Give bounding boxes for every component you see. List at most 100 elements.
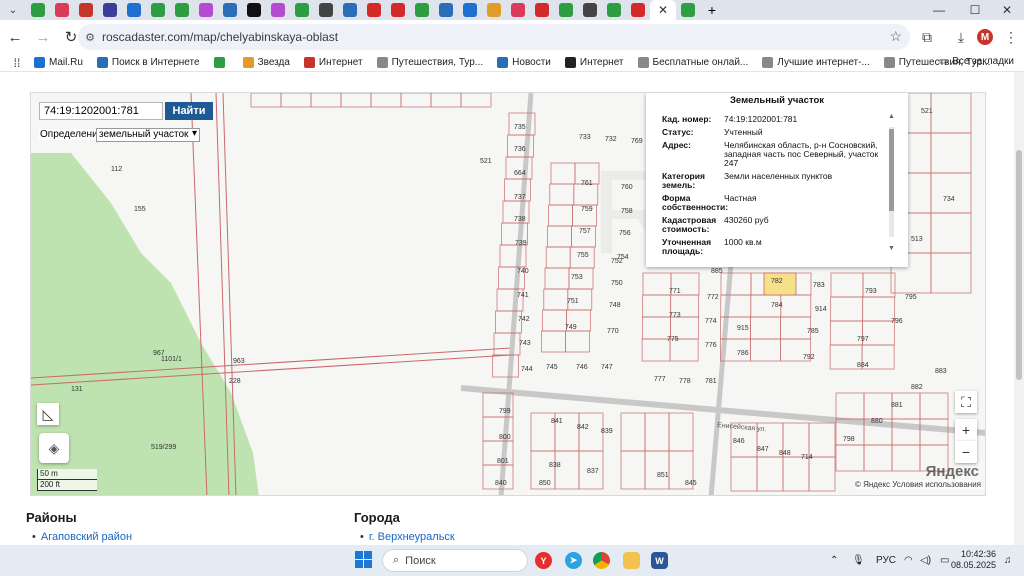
back-button[interactable]: ← bbox=[2, 24, 28, 50]
profile-avatar[interactable]: M bbox=[972, 24, 998, 50]
extensions-icon[interactable]: ⧉ bbox=[914, 24, 940, 50]
bookmark-item[interactable]: Бесплатные онлай... bbox=[637, 57, 748, 68]
scroll-up-icon[interactable]: ▲ bbox=[888, 113, 895, 120]
bookmark-label: Путешествия, Тур... bbox=[391, 57, 484, 68]
browser-tab-plus-icon[interactable] bbox=[676, 0, 700, 20]
browser-tab-green-circle-icon[interactable] bbox=[26, 0, 50, 20]
download-icon[interactable]: ⤓ bbox=[948, 24, 974, 50]
forward-button[interactable]: → bbox=[30, 24, 56, 50]
file-explorer-icon[interactable] bbox=[620, 549, 643, 572]
popup-row: Категория земель: Земли населенных пункто… bbox=[646, 170, 896, 192]
browser-tab-99-icon[interactable] bbox=[458, 0, 482, 20]
cadastral-map[interactable]: 112 155 521 967 1101/1 131 228 963 519/299 735 736… bbox=[30, 92, 986, 496]
browser-tab-globe-icon[interactable] bbox=[578, 0, 602, 20]
maximize-button[interactable]: ☐ bbox=[958, 0, 992, 20]
browser-tab-youtube-icon[interactable] bbox=[362, 0, 386, 20]
zoom-in-button[interactable]: + bbox=[955, 419, 977, 441]
browser-tab-globe-icon[interactable] bbox=[314, 0, 338, 20]
city-link[interactable]: г. Верхнеуральск bbox=[360, 531, 455, 543]
minimize-button[interactable]: — bbox=[922, 0, 956, 20]
browser-tab-vk-icon[interactable] bbox=[218, 0, 242, 20]
address-bar[interactable]: ⚙ roscadaster.com/map/chelyabinskaya-obl… bbox=[78, 24, 910, 50]
menu-icon[interactable]: ⋮ bbox=[998, 24, 1024, 50]
popup-scrollbar[interactable]: ▲ ▼ bbox=[888, 113, 895, 257]
bookmark-label: Новости bbox=[512, 57, 551, 68]
document-icon bbox=[79, 3, 93, 17]
parcel-number-label: 914 bbox=[815, 306, 827, 313]
browser-tab-home-icon[interactable] bbox=[290, 0, 314, 20]
browser-tab-document-icon[interactable] bbox=[74, 0, 98, 20]
apps-grid-icon[interactable]: ⁞⁞ bbox=[0, 56, 34, 70]
bookmark-favicon-icon bbox=[242, 57, 254, 68]
browser-tab-plus-icon[interactable] bbox=[242, 0, 266, 20]
browser-tab-photo-icon[interactable] bbox=[506, 0, 530, 20]
browser-tab-home-icon[interactable] bbox=[194, 0, 218, 20]
bookmark-item[interactable]: Звезда bbox=[242, 57, 290, 68]
bookmark-favicon-icon bbox=[96, 57, 108, 68]
browser-tab-play-icon[interactable] bbox=[170, 0, 194, 20]
wifi-icon[interactable]: ◠ bbox=[904, 545, 913, 576]
notification-bell-icon[interactable]: ♫ bbox=[1004, 545, 1012, 576]
telegram-icon[interactable]: ➤ bbox=[562, 549, 585, 572]
bookmark-item[interactable]: Новости bbox=[497, 57, 551, 68]
browser-tab-plus-icon[interactable] bbox=[410, 0, 434, 20]
close-window-button[interactable]: ✕ bbox=[990, 0, 1024, 20]
bookmark-item[interactable]: Интернет bbox=[303, 57, 363, 68]
browser-tab-youtube-icon[interactable] bbox=[530, 0, 554, 20]
browser-tab-red-circle-icon[interactable] bbox=[626, 0, 650, 20]
url-text: roscadaster.com/map/chelyabinskaya-oblas… bbox=[102, 30, 339, 44]
parcel-number-label: 521 bbox=[480, 158, 492, 165]
definition-select[interactable]: земельный участок bbox=[96, 128, 200, 142]
popup-row-value: Учтенный bbox=[724, 127, 763, 137]
zoom-out-button[interactable]: − bbox=[955, 441, 977, 463]
chrome-icon[interactable] bbox=[590, 549, 613, 572]
volume-icon[interactable]: ◁) bbox=[920, 545, 931, 576]
region-link[interactable]: Агаповский район bbox=[32, 531, 132, 543]
map-copyright[interactable]: © Яндекс Условия использования bbox=[854, 480, 981, 489]
language-indicator[interactable]: РУС bbox=[876, 545, 896, 576]
bookmark-item[interactable]: Mail.Ru bbox=[34, 57, 83, 68]
ruler-icon[interactable]: ◺ bbox=[37, 403, 59, 425]
parcel-number-label: 882 bbox=[911, 384, 923, 391]
bookmark-item[interactable]: Интернет bbox=[564, 57, 624, 68]
windows-start-icon[interactable] bbox=[355, 551, 373, 569]
all-bookmarks[interactable]: ▭ Все закладки bbox=[939, 56, 1014, 67]
browser-tab-puzzle-icon[interactable] bbox=[602, 0, 626, 20]
active-tab-close-icon[interactable]: ✕ bbox=[650, 0, 676, 20]
fullscreen-icon[interactable]: ⛶ bbox=[955, 391, 977, 413]
battery-icon[interactable]: ▭ bbox=[940, 545, 949, 576]
bookmark-item[interactable]: Поиск в Интернете bbox=[96, 57, 200, 68]
browser-tab-image-icon[interactable] bbox=[434, 0, 458, 20]
browser-tab-puzzle-icon[interactable] bbox=[554, 0, 578, 20]
search-button[interactable]: Найти bbox=[165, 102, 213, 120]
browser-tab-vk-icon[interactable] bbox=[338, 0, 362, 20]
browser-tab-yandex-icon[interactable] bbox=[266, 0, 290, 20]
browser-tab-gallery-icon[interactable] bbox=[482, 0, 506, 20]
scroll-down-icon[interactable]: ▼ bbox=[888, 245, 895, 252]
heart-icon bbox=[55, 3, 69, 17]
bookmark-star-icon[interactable]: ☆ bbox=[889, 28, 902, 45]
page-scrollbar[interactable] bbox=[1014, 72, 1024, 545]
bookmark-item[interactable]: Лучшие интернет-... bbox=[762, 57, 870, 68]
tray-chevron-icon[interactable]: ⌃ bbox=[830, 545, 838, 576]
cadastral-search-input[interactable]: 74:19:1202001:781 bbox=[39, 102, 163, 120]
browser-tab-youtube-icon[interactable] bbox=[386, 0, 410, 20]
browser-tab-plus-icon[interactable] bbox=[146, 0, 170, 20]
yandex-browser-icon[interactable]: Y bbox=[532, 549, 555, 572]
word-icon[interactable]: W bbox=[648, 549, 671, 572]
scrollbar-thumb[interactable] bbox=[1016, 150, 1022, 380]
microphone-icon[interactable]: 🎙 bbox=[852, 545, 865, 576]
tab-search-dropdown[interactable]: ⌄ bbox=[0, 0, 26, 20]
layers-icon[interactable]: ◈ bbox=[39, 433, 69, 463]
browser-tab-t-icon[interactable] bbox=[122, 0, 146, 20]
site-info-icon[interactable]: ⚙ bbox=[78, 31, 102, 44]
bookmark-item[interactable]: Путешествия, Тур... bbox=[376, 57, 484, 68]
taskbar-search[interactable]: ⌕ Поиск bbox=[382, 549, 528, 572]
puzzle-icon bbox=[607, 3, 621, 17]
bookmark-item[interactable] bbox=[213, 57, 229, 68]
browser-tab-heart-icon[interactable] bbox=[50, 0, 74, 20]
browser-tab-jira-icon[interactable] bbox=[98, 0, 122, 20]
bookmark-favicon-icon bbox=[213, 57, 225, 68]
clock[interactable]: 10:42:36 08.05.2025 bbox=[951, 549, 996, 571]
new-tab-button[interactable]: + bbox=[700, 0, 724, 20]
